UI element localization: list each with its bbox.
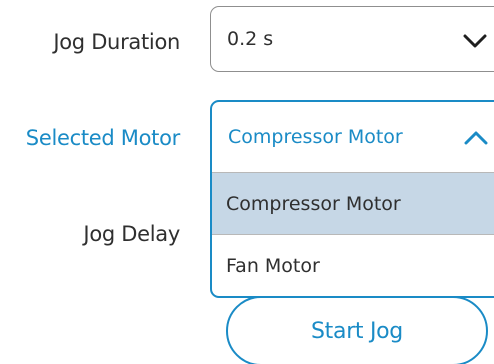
motor-option-fan[interactable]: Fan Motor (212, 234, 494, 296)
jog-duration-value: 0.2 s (227, 28, 274, 50)
jog-duration-label: Jog Duration (53, 30, 180, 54)
selected-motor-select[interactable]: Compressor Motor Compressor Motor Fan Mo… (210, 100, 494, 298)
chevron-down-icon (463, 34, 487, 48)
jog-delay-label: Jog Delay (83, 222, 180, 246)
selected-motor-label: Selected Motor (25, 126, 181, 150)
jog-settings-panel: Jog Duration 0.2 s Selected Motor Compre… (0, 0, 494, 364)
jog-duration-select[interactable]: 0.2 s (210, 6, 494, 72)
chevron-up-icon (464, 131, 488, 145)
selected-motor-current[interactable]: Compressor Motor (212, 102, 494, 172)
start-jog-button[interactable]: Start Jog (226, 296, 488, 364)
selected-motor-value: Compressor Motor (228, 126, 403, 148)
motor-option-compressor[interactable]: Compressor Motor (212, 172, 494, 234)
